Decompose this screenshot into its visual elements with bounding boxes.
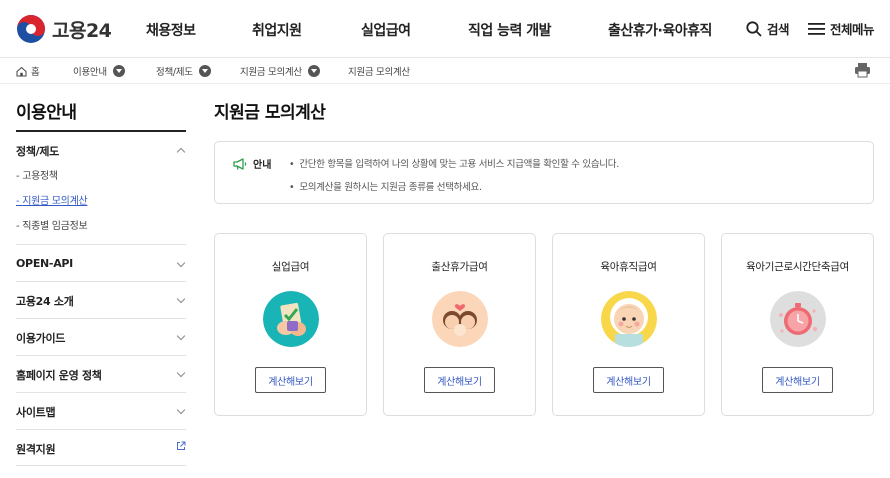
chevron-down-icon bbox=[176, 405, 186, 415]
sidebar-group-label: 원격지원 bbox=[16, 443, 56, 456]
card-parental-leave-benefit: 육아휴직급여 계산해보기 bbox=[552, 233, 705, 416]
sidebar-subitem-subsidy-simulation[interactable]: - 지원금 모의계산 bbox=[16, 192, 88, 207]
sidebar-group-label: 사이트맵 bbox=[16, 406, 56, 419]
reduced-hours-icon bbox=[770, 291, 826, 347]
breadcrumb-item-simulation[interactable]: 지원금 모의계산 bbox=[240, 64, 320, 78]
dropdown-arrow-icon[interactable] bbox=[112, 65, 125, 77]
sidebar-group-open-api[interactable]: OPEN-API bbox=[16, 257, 186, 270]
breadcrumb-item-label: 이용안내 bbox=[73, 67, 107, 78]
dropdown-arrow-icon[interactable] bbox=[198, 65, 211, 77]
sidebar-title: 이용안내 bbox=[16, 103, 77, 123]
parental-leave-icon bbox=[601, 291, 657, 347]
search-icon bbox=[746, 20, 762, 37]
nav-job-info[interactable]: 채용정보 bbox=[146, 20, 196, 40]
logo-text: 고용24 bbox=[52, 19, 112, 42]
sidebar-title-underline bbox=[16, 130, 186, 132]
breadcrumb-item-label: 지원금 모의계산 bbox=[240, 67, 302, 78]
dropdown-arrow-icon[interactable] bbox=[307, 65, 320, 77]
sidebar-group-policy[interactable]: 정책/제도 bbox=[16, 143, 186, 159]
all-menu-label: 전체메뉴 bbox=[830, 22, 875, 37]
chevron-up-icon bbox=[176, 147, 186, 157]
sidebar-group-label: 정책/제도 bbox=[16, 145, 59, 158]
chevron-down-icon bbox=[176, 294, 186, 304]
breadcrumb: 홈 이용안내 정책/제도 지원금 모의계산 지원금 모의계산 bbox=[0, 58, 890, 84]
card-title: 출산휴가급여 bbox=[431, 261, 488, 273]
sidebar-divider bbox=[16, 355, 186, 356]
all-menu-button[interactable]: 전체메뉴 bbox=[808, 19, 875, 38]
sidebar-group-label: 홈페이지 운영 정책 bbox=[16, 369, 102, 382]
taegeuk-logo-icon bbox=[17, 15, 45, 43]
chevron-down-icon bbox=[176, 331, 186, 341]
breadcrumb-home[interactable]: 홈 bbox=[16, 64, 40, 78]
notice-label-text: 안내 bbox=[253, 160, 272, 171]
breadcrumb-item-label: 정책/제도 bbox=[156, 67, 193, 78]
nav-unemployment-benefit[interactable]: 실업급여 bbox=[361, 20, 411, 40]
print-icon[interactable] bbox=[854, 62, 871, 78]
nav-maternity-parental-leave[interactable]: 출산휴가·육아휴직 bbox=[608, 20, 712, 40]
calculate-button[interactable]: 계산해보기 bbox=[593, 367, 664, 393]
card-title: 육아기근로시간단축급여 bbox=[746, 261, 849, 273]
notice-label: 안내 bbox=[233, 156, 271, 171]
search-label: 검색 bbox=[767, 22, 790, 37]
calculate-button[interactable]: 계산해보기 bbox=[255, 367, 326, 393]
maternity-leave-icon bbox=[432, 291, 488, 347]
chevron-down-icon bbox=[176, 368, 186, 378]
breadcrumb-item-policy[interactable]: 정책/제도 bbox=[156, 64, 211, 78]
page-title: 지원금 모의계산 bbox=[214, 103, 326, 123]
sidebar-group-label: 이용가이드 bbox=[16, 332, 66, 345]
sidebar-group-usage-guide[interactable]: 이용가이드 bbox=[16, 330, 186, 346]
sidebar-divider bbox=[16, 429, 186, 430]
hamburger-menu-icon bbox=[808, 22, 825, 35]
sidebar-subitem-employment-policy[interactable]: - 고용정책 bbox=[16, 167, 58, 182]
unemployment-benefit-icon bbox=[263, 291, 319, 347]
card-maternity-leave-benefit: 출산휴가급여 계산해보기 bbox=[383, 233, 536, 416]
sidebar-group-label: OPEN-API bbox=[16, 257, 73, 270]
breadcrumb-current-label: 지원금 모의계산 bbox=[348, 67, 410, 78]
sidebar-group-remote-support[interactable]: 원격지원 bbox=[16, 441, 186, 457]
sidebar-divider bbox=[16, 465, 186, 466]
card-title: 실업급여 bbox=[271, 261, 310, 273]
sidebar-divider bbox=[16, 244, 186, 245]
notice-box: 안내 간단한 항목을 입력하여 나의 상황에 맞는 고용 서비스 지급액을 확인… bbox=[214, 141, 874, 204]
external-link-icon bbox=[177, 441, 186, 450]
nav-employment-support[interactable]: 취업지원 bbox=[252, 20, 302, 40]
home-icon bbox=[16, 66, 27, 76]
notice-line: 모의계산을 원하시는 지원금 종류를 선택하세요. bbox=[289, 179, 482, 193]
calculate-button[interactable]: 계산해보기 bbox=[424, 367, 495, 393]
card-unemployment-benefit: 실업급여 계산해보기 bbox=[214, 233, 367, 416]
notice-line: 간단한 항목을 입력하여 나의 상황에 맞는 고용 서비스 지급액을 확인할 수… bbox=[289, 156, 619, 170]
sidebar-divider bbox=[16, 281, 186, 282]
megaphone-icon bbox=[233, 157, 247, 170]
sidebar-group-sitemap[interactable]: 사이트맵 bbox=[16, 404, 186, 420]
site-logo[interactable]: 고용24 bbox=[16, 14, 112, 44]
sidebar-divider bbox=[16, 318, 186, 319]
card-reduced-working-hours-benefit: 육아기근로시간단축급여 계산해보기 bbox=[721, 233, 874, 416]
card-title: 육아휴직급여 bbox=[600, 261, 657, 273]
nav-vocational-training[interactable]: 직업 능력 개발 bbox=[468, 20, 552, 40]
sidebar-group-site-policy[interactable]: 홈페이지 운영 정책 bbox=[16, 367, 186, 383]
chevron-down-icon bbox=[176, 258, 186, 268]
breadcrumb-item-guide[interactable]: 이용안내 bbox=[73, 64, 125, 78]
calculate-button[interactable]: 계산해보기 bbox=[762, 367, 833, 393]
sidebar-subitem-wage-info[interactable]: - 직종별 임금정보 bbox=[16, 217, 88, 232]
sidebar-divider bbox=[16, 392, 186, 393]
search-button[interactable]: 검색 bbox=[746, 19, 790, 38]
sidebar-group-label: 고용24 소개 bbox=[16, 295, 74, 308]
sidebar-group-about[interactable]: 고용24 소개 bbox=[16, 293, 186, 309]
breadcrumb-current: 지원금 모의계산 bbox=[348, 64, 410, 78]
site-header: 고용24 채용정보 취업지원 실업급여 직업 능력 개발 출산휴가·육아휴직 검… bbox=[0, 0, 890, 58]
breadcrumb-home-label: 홈 bbox=[31, 67, 40, 78]
